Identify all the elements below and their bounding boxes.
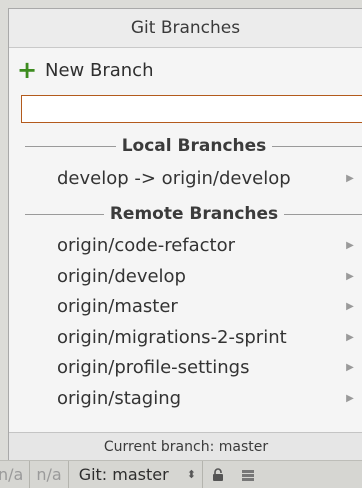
submenu-arrow-icon: ▶: [346, 239, 354, 251]
updown-arrows-icon: ⬍: [186, 468, 196, 481]
git-branches-popup: Git Branches + New Branch Local Branches…: [8, 8, 362, 461]
submenu-arrow-icon: ▶: [346, 172, 354, 184]
new-branch-item[interactable]: + New Branch: [9, 56, 154, 84]
branch-label: origin/code-refactor: [57, 234, 236, 256]
git-branch-widget[interactable]: Git: master ⬍: [69, 461, 203, 488]
branch-item-migrations-2-sprint[interactable]: origin/migrations-2-sprint ▶: [9, 322, 362, 352]
current-branch-status: Current branch: master: [9, 432, 362, 461]
remote-branches-header: Remote Branches: [9, 201, 362, 227]
separator-line: [25, 145, 116, 147]
branch-item-master[interactable]: origin/master ▶: [9, 291, 362, 321]
submenu-arrow-icon: ▶: [346, 270, 354, 282]
branch-item-staging[interactable]: origin/staging ▶: [9, 383, 362, 413]
submenu-arrow-icon: ▶: [346, 392, 354, 404]
branch-label: origin/profile-settings: [57, 356, 250, 378]
submenu-arrow-icon: ▶: [346, 361, 354, 373]
status-cell-position[interactable]: n/a: [0, 461, 31, 488]
git-branch-label: Git: master: [78, 465, 169, 484]
separator-line: [25, 213, 104, 215]
branch-item-develop-local[interactable]: develop -> origin/develop ▶: [9, 163, 362, 193]
status-cell-encoding[interactable]: n/a: [30, 461, 69, 488]
branch-label: origin/staging: [57, 387, 182, 409]
separator-line: [272, 145, 362, 147]
popup-title: Git Branches: [9, 9, 362, 48]
branch-label: origin/migrations-2-sprint: [57, 326, 287, 348]
separator-line: [284, 213, 362, 215]
section-label: Local Branches: [121, 136, 267, 156]
branch-item-develop[interactable]: origin/develop ▶: [9, 261, 362, 291]
branch-item-code-refactor[interactable]: origin/code-refactor ▶: [9, 230, 362, 260]
branch-search-input[interactable]: [21, 95, 362, 123]
local-branches-header: Local Branches: [9, 133, 362, 159]
lock-icon[interactable]: [203, 461, 233, 488]
database-icon[interactable]: [233, 461, 263, 488]
plus-icon: +: [16, 56, 38, 84]
submenu-arrow-icon: ▶: [346, 331, 354, 343]
section-label: Remote Branches: [109, 204, 279, 224]
branch-label: origin/develop: [57, 265, 186, 287]
branch-label: origin/master: [57, 295, 178, 317]
new-branch-label: New Branch: [45, 59, 154, 81]
submenu-arrow-icon: ▶: [346, 300, 354, 312]
branch-item-profile-settings[interactable]: origin/profile-settings ▶: [9, 352, 362, 382]
branch-label: develop -> origin/develop: [57, 167, 291, 189]
ide-status-bar: n/a n/a Git: master ⬍: [0, 460, 362, 488]
